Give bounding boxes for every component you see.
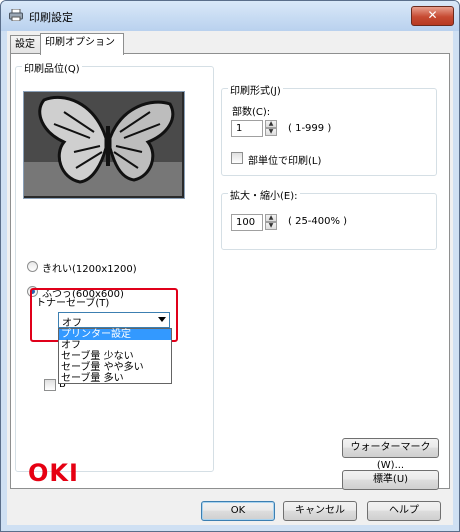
print-format-title: 印刷形式(J)	[228, 82, 283, 97]
print-settings-window: 印刷設定 ✕ 設定 印刷オプション 印刷品位(Q) きれい(1200x1200)…	[0, 0, 460, 532]
oki-logo: OKI	[28, 459, 79, 487]
print-quality-preview-image	[23, 91, 185, 199]
copies-input[interactable]: 1	[231, 120, 263, 137]
print-options-panel: 印刷品位(Q) きれい(1200x1200) ふつう(600x600) 印刷形式…	[10, 53, 450, 490]
spin-down-icon[interactable]: ▼	[265, 222, 277, 230]
window-title: 印刷設定	[29, 11, 73, 24]
print-quality-group: 印刷品位(Q) きれい(1200x1200) ふつう(600x600)	[15, 60, 214, 472]
chevron-down-icon[interactable]	[158, 317, 166, 322]
collate-label: 部単位で印刷(L)	[248, 156, 322, 167]
copies-label: 部数(C):	[232, 107, 271, 118]
ok-button[interactable]: OK	[201, 501, 275, 521]
watermark-button[interactable]: ウォーターマーク(W)...	[342, 438, 439, 471]
print-quality-title: 印刷品位(Q)	[22, 60, 82, 75]
help-button-label: ヘルプ	[389, 505, 419, 516]
butterfly-image	[24, 92, 182, 196]
toner-option-low[interactable]: セーブ量 少ない	[59, 351, 171, 362]
zoom-group: 拡大・縮小(E): 100 ▲ ▼ ( 25-400% )	[221, 187, 437, 250]
tab-settings-label: 設定	[15, 39, 35, 50]
copies-value: 1	[236, 123, 243, 134]
copies-range: ( 1-999 )	[288, 123, 332, 134]
cancel-button-label: キャンセル	[295, 505, 345, 516]
tab-print-options[interactable]: 印刷オプション	[40, 33, 124, 55]
collate-checkbox[interactable]	[231, 152, 243, 164]
zoom-value: 100	[236, 217, 256, 228]
zoom-title: 拡大・縮小(E):	[228, 187, 300, 202]
close-button[interactable]: ✕	[411, 6, 454, 26]
ok-button-label: OK	[230, 505, 246, 516]
watermark-button-label: ウォーターマーク(W)...	[350, 442, 431, 471]
close-icon: ✕	[427, 8, 438, 22]
zoom-input[interactable]: 100	[231, 214, 263, 231]
dialog-client-area: 設定 印刷オプション 印刷品位(Q) きれい(1200x1200) ふつう(60…	[7, 31, 453, 525]
toner-option-printer-setting[interactable]: プリンター設定	[59, 329, 171, 340]
quality-fine-label: きれい(1200x1200)	[42, 264, 137, 275]
toner-option-high[interactable]: セーブ量 多い	[59, 373, 171, 384]
print-format-group: 印刷形式(J) 部数(C): 1 ▲ ▼ ( 1-999 ) 部単位で印刷(L)	[221, 82, 437, 176]
title-bar: 印刷設定 ✕	[1, 1, 459, 31]
restore-defaults-label: 標準(U)	[372, 474, 409, 485]
hidden-option-checkbox[interactable]	[44, 379, 56, 391]
quality-fine-radio[interactable]	[27, 261, 38, 272]
spin-up-icon[interactable]: ▲	[265, 120, 277, 128]
toner-option-medium[interactable]: セーブ量 やや多い	[59, 362, 171, 373]
toner-save-selected-value: オフ	[62, 318, 82, 329]
toner-save-dropdown-list: プリンター設定 オフ セーブ量 少ない セーブ量 やや多い セーブ量 多い	[58, 328, 172, 384]
cancel-button[interactable]: キャンセル	[283, 501, 357, 521]
help-button[interactable]: ヘルプ	[367, 501, 441, 521]
tab-print-options-label: 印刷オプション	[45, 37, 115, 48]
zoom-range: ( 25-400% )	[288, 216, 348, 227]
spin-down-icon[interactable]: ▼	[265, 128, 277, 136]
toner-save-label: トナーセーブ(T)	[36, 298, 110, 309]
spin-up-icon[interactable]: ▲	[265, 214, 277, 222]
printer-icon	[9, 9, 23, 21]
restore-defaults-button[interactable]: 標準(U)	[342, 470, 439, 490]
toner-save-select[interactable]: オフ	[58, 312, 170, 329]
toner-option-off[interactable]: オフ	[59, 340, 171, 351]
copies-spinner[interactable]: ▲ ▼	[265, 120, 277, 137]
zoom-spinner[interactable]: ▲ ▼	[265, 214, 277, 231]
